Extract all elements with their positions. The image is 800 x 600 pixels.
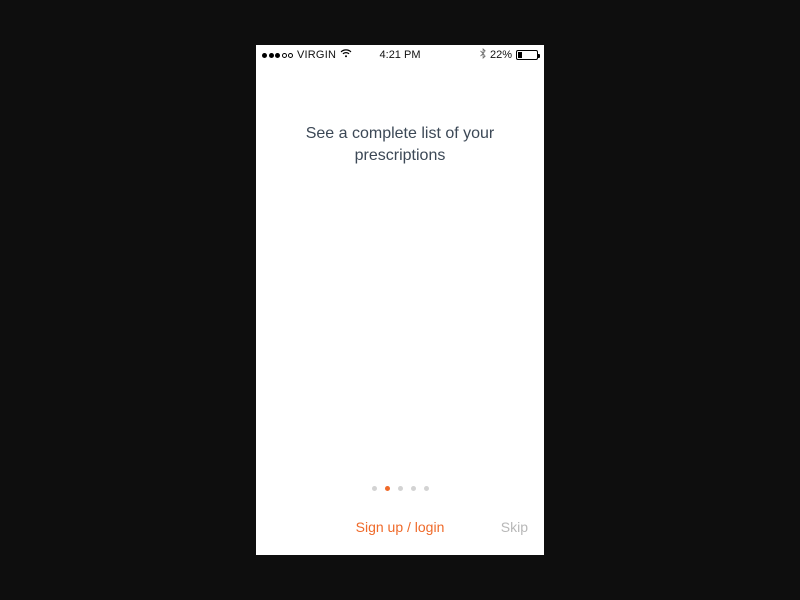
page-dot[interactable] xyxy=(424,486,429,491)
bluetooth-icon xyxy=(480,48,486,62)
clock-label: 4:21 PM xyxy=(380,49,421,61)
page-dot[interactable] xyxy=(372,486,377,491)
status-bar: VIRGIN 4:21 PM 22% xyxy=(256,45,544,65)
page-dot[interactable] xyxy=(398,486,403,491)
signal-strength-icon xyxy=(262,53,293,58)
battery-pct-label: 22% xyxy=(490,49,512,61)
carrier-label: VIRGIN xyxy=(297,49,336,61)
page-dot[interactable] xyxy=(411,486,416,491)
page-dot[interactable] xyxy=(385,486,390,491)
wifi-icon xyxy=(340,49,352,61)
status-right: 22% xyxy=(480,48,538,62)
page-indicator xyxy=(256,486,544,491)
onboarding-headline: See a complete list of your prescription… xyxy=(256,123,544,166)
phone-frame: VIRGIN 4:21 PM 22% See a complete list o… xyxy=(256,45,544,555)
signup-login-button[interactable]: Sign up / login xyxy=(356,519,445,535)
battery-icon xyxy=(516,50,538,60)
bottom-actions: Sign up / login Skip xyxy=(256,507,544,547)
onboarding-content: See a complete list of your prescription… xyxy=(256,65,544,555)
status-left: VIRGIN xyxy=(262,49,352,61)
skip-button[interactable]: Skip xyxy=(501,519,528,535)
